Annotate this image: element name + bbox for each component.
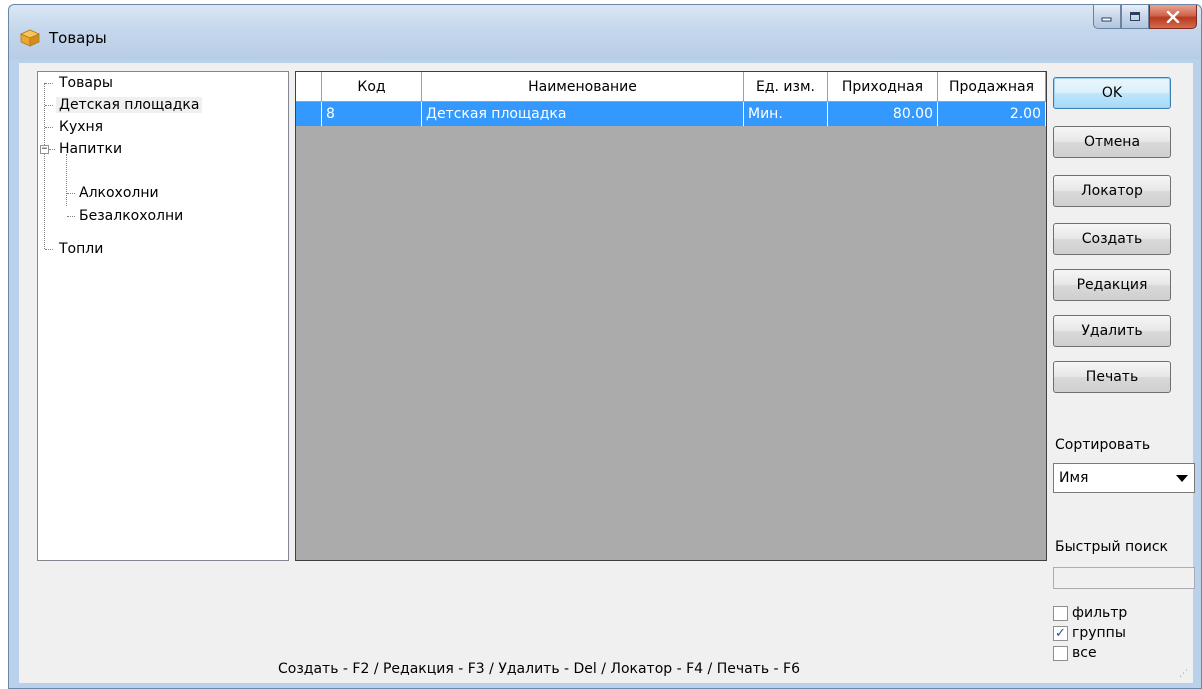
cancel-button[interactable]: Отмена: [1053, 126, 1171, 158]
all-checkbox-label: все: [1072, 645, 1097, 661]
groups-checkbox[interactable]: ✓: [1053, 625, 1068, 641]
groups-checkbox-label: группы: [1072, 625, 1126, 641]
tree-connector: [66, 154, 67, 206]
window-title: Товары: [49, 29, 107, 47]
caption-buttons: [1093, 5, 1197, 29]
all-checkbox-row[interactable]: все: [1053, 643, 1097, 663]
tree-connector: [67, 193, 75, 194]
hotkeys-status: Создать - F2 / Редакция - F3 / Удалить -…: [278, 661, 800, 677]
sort-select[interactable]: Имя: [1053, 463, 1195, 493]
client-area: − Товары Детская площадка Кухня Напитки …: [19, 63, 1195, 683]
minimize-button[interactable]: [1093, 5, 1121, 29]
create-button[interactable]: Создать: [1053, 223, 1171, 255]
tree-item-non-alcoholic[interactable]: Безалкохолни: [76, 205, 186, 227]
locator-button[interactable]: Локатор: [1053, 175, 1171, 207]
tree-connector: [67, 216, 75, 217]
tree-item-label: Безалкохолни: [79, 208, 184, 224]
groups-checkbox-row[interactable]: ✓ группы: [1053, 623, 1126, 643]
cell-unit[interactable]: Мин.: [744, 102, 828, 126]
box-icon: [20, 29, 40, 47]
tree-item-label: Топли: [59, 241, 104, 257]
checkmark-icon: ✓: [1055, 625, 1066, 641]
tree-item-alcoholic[interactable]: Алкохолни: [76, 182, 162, 204]
tree-connector: [45, 249, 53, 250]
quick-search-input[interactable]: [1053, 567, 1195, 589]
all-checkbox[interactable]: [1053, 645, 1068, 661]
tree-connector: [44, 83, 45, 249]
delete-button[interactable]: Удалить: [1053, 315, 1171, 347]
row-indicator-header: [296, 72, 322, 102]
minimize-icon: [1101, 17, 1112, 21]
tree-connector: [45, 83, 53, 84]
filter-checkbox-label: фильтр: [1072, 605, 1128, 621]
cell-code[interactable]: 8: [322, 102, 422, 126]
tree-item-label: Алкохолни: [79, 185, 159, 201]
tree-connector: [45, 127, 53, 128]
column-header-code[interactable]: Код: [322, 72, 422, 102]
sort-selected-value: Имя: [1059, 470, 1089, 486]
column-header-unit[interactable]: Ед. изм.: [744, 72, 828, 102]
sort-label: Сортировать: [1055, 437, 1151, 453]
column-header-name[interactable]: Наименование: [422, 72, 744, 102]
filter-checkbox[interactable]: [1053, 605, 1068, 621]
group-tree[interactable]: − Товары Детская площадка Кухня Напитки …: [37, 71, 289, 561]
row-indicator: [296, 102, 322, 126]
maximize-button[interactable]: [1121, 5, 1149, 29]
quick-search-label: Быстрый поиск: [1055, 539, 1168, 555]
cell-purchase-price[interactable]: 80.00: [828, 102, 938, 126]
table-row[interactable]: 8 Детская площадка Мин. 80.00 2.00: [296, 102, 1046, 126]
tree-connector: [49, 149, 55, 150]
tree-item-kitchen[interactable]: Кухня: [56, 116, 106, 138]
resize-grip-icon[interactable]: ⋰: [1179, 669, 1189, 679]
grid-header: Код Наименование Ед. изм. Приходная Прод…: [296, 72, 1046, 102]
column-header-sale-price[interactable]: Продажная: [938, 72, 1046, 102]
filter-checkbox-row[interactable]: фильтр: [1053, 603, 1127, 623]
goods-window: Товары − Товары Детская площадка Кухня Н…: [8, 4, 1202, 689]
ok-button[interactable]: OK: [1053, 77, 1171, 109]
cell-sale-price[interactable]: 2.00: [938, 102, 1046, 126]
tree-item-playground[interactable]: Детская площадка: [56, 94, 203, 116]
print-button[interactable]: Печать: [1053, 361, 1171, 393]
tree-item-hot[interactable]: Топли: [56, 238, 106, 260]
title-bar[interactable]: Товары: [9, 5, 1201, 59]
tree-item-goods[interactable]: Товары: [56, 72, 116, 94]
close-icon: [1166, 10, 1180, 23]
collapse-toggle[interactable]: −: [40, 145, 49, 154]
tree-connector: [45, 105, 53, 106]
tree-item-label: Детская площадка: [56, 97, 203, 113]
tree-item-label: Напитки: [59, 141, 123, 157]
chevron-down-icon[interactable]: [1176, 475, 1188, 482]
tree-item-label: Кухня: [59, 119, 104, 135]
maximize-icon: [1130, 12, 1140, 21]
cell-name[interactable]: Детская площадка: [422, 102, 744, 126]
goods-grid[interactable]: Код Наименование Ед. изм. Приходная Прод…: [295, 71, 1047, 561]
column-header-purchase-price[interactable]: Приходная: [828, 72, 938, 102]
tree-item-drinks[interactable]: Напитки: [56, 138, 125, 160]
tree-item-label: Товары: [59, 75, 113, 91]
close-button[interactable]: [1149, 5, 1197, 29]
edit-button[interactable]: Редакция: [1053, 269, 1171, 301]
